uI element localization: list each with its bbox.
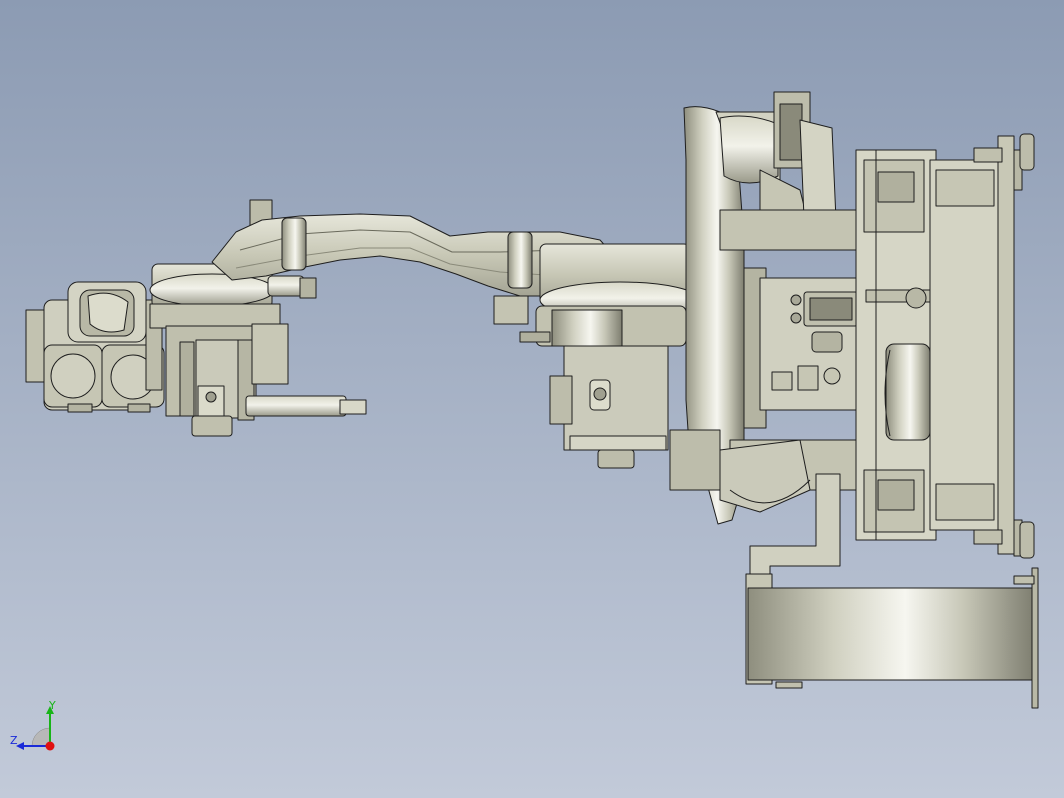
pedestal-frame xyxy=(855,133,1035,559)
x-axis-dot xyxy=(45,741,55,751)
axis-triad: Y Z xyxy=(10,700,56,751)
motor-box xyxy=(743,267,871,429)
z-axis-label: Z xyxy=(10,734,18,747)
wrist-assembly xyxy=(25,281,165,413)
robot-arm-model[interactable] xyxy=(0,0,1064,798)
cad-viewport[interactable]: Y Z xyxy=(0,0,1064,798)
y-axis-label: Y xyxy=(48,700,56,712)
